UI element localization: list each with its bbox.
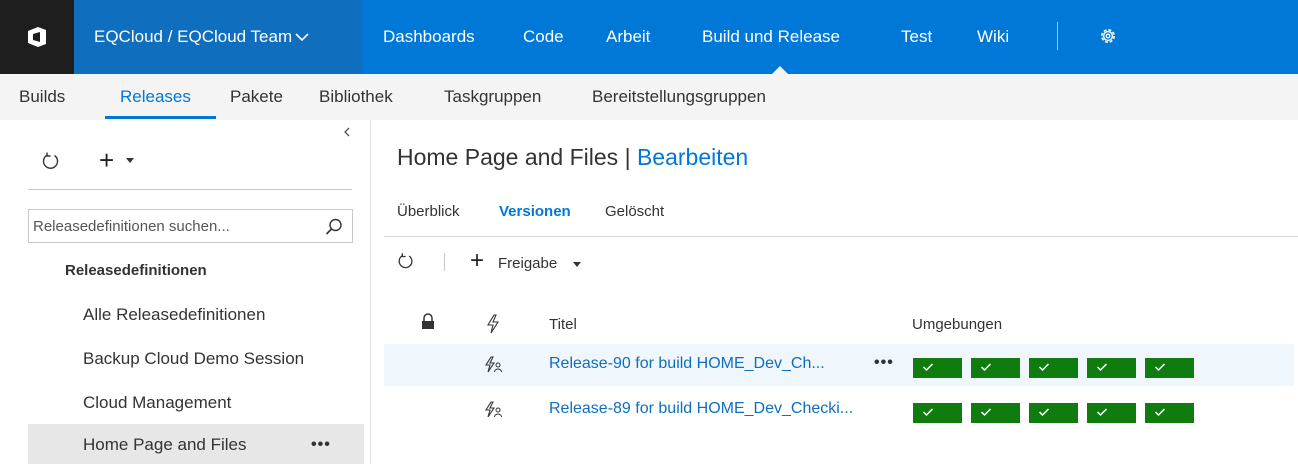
subnav-releases[interactable]: Releases bbox=[120, 74, 191, 120]
nav-test[interactable]: Test bbox=[901, 0, 932, 74]
checkmark-icon bbox=[1096, 359, 1108, 377]
collapse-chevron-icon[interactable] bbox=[343, 125, 351, 141]
release-title-link[interactable]: Release-89 for build HOME_Dev_Checki... bbox=[549, 400, 853, 418]
column-header-title[interactable]: Titel bbox=[549, 316, 577, 333]
chevron-down-icon[interactable] bbox=[573, 262, 581, 267]
chevron-down-icon bbox=[294, 31, 310, 43]
active-subnav-underline bbox=[105, 116, 216, 119]
edit-link[interactable]: Bearbeiten bbox=[637, 144, 748, 170]
environment-status-badge[interactable] bbox=[913, 403, 962, 423]
environment-status-badge[interactable] bbox=[1087, 403, 1136, 423]
gear-icon[interactable] bbox=[1098, 26, 1118, 51]
nav-label: Dashboards bbox=[383, 27, 475, 46]
nav-label: Wiki bbox=[977, 27, 1010, 46]
checkmark-icon bbox=[980, 359, 992, 377]
more-actions-icon[interactable]: ••• bbox=[311, 436, 331, 454]
vsts-logo-icon[interactable] bbox=[0, 0, 74, 74]
definition-label: Alle Releasedefinitionen bbox=[83, 304, 266, 324]
divider bbox=[28, 189, 352, 190]
table-row[interactable]: Release-90 for build HOME_Dev_Ch... ••• bbox=[384, 344, 1294, 386]
environment-status-badge[interactable] bbox=[1029, 358, 1078, 378]
environment-status-badge[interactable] bbox=[971, 358, 1020, 378]
toolbar-divider bbox=[444, 253, 445, 271]
subnav-label: Bereitstellungsgruppen bbox=[592, 87, 766, 106]
definition-search-input[interactable] bbox=[33, 210, 313, 242]
nav-label: Code bbox=[523, 27, 564, 46]
definition-item-backup[interactable]: Backup Cloud Demo Session bbox=[28, 338, 364, 379]
definition-label: Cloud Management bbox=[83, 392, 232, 412]
subnav-label: Builds bbox=[19, 87, 66, 106]
definition-item-home-page[interactable]: Home Page and Files ••• bbox=[28, 424, 364, 464]
release-title-link[interactable]: Release-90 for build HOME_Dev_Ch... bbox=[549, 355, 825, 373]
more-actions-icon[interactable]: ••• bbox=[874, 354, 894, 372]
subnav-label: Releases bbox=[120, 87, 191, 106]
environment-status-badge[interactable] bbox=[913, 358, 962, 378]
plus-icon: + bbox=[99, 145, 115, 175]
checkmark-icon bbox=[1096, 404, 1108, 422]
definitions-section-header: Releasedefinitionen bbox=[65, 262, 207, 279]
nav-dashboards[interactable]: Dashboards bbox=[383, 0, 475, 74]
nav-wiki[interactable]: Wiki bbox=[977, 0, 1009, 74]
nav-build-release[interactable]: Build und Release bbox=[702, 0, 840, 75]
tab-overview[interactable]: Überblick bbox=[397, 203, 460, 220]
tab-releases[interactable]: Versionen bbox=[499, 203, 571, 220]
subnav-label: Pakete bbox=[230, 87, 283, 106]
plus-icon[interactable]: + bbox=[470, 249, 484, 273]
title-separator: | bbox=[624, 144, 631, 170]
project-name: EQCloud / EQCloud Team bbox=[94, 27, 293, 46]
manual-trigger-icon bbox=[483, 356, 503, 379]
add-definition-button[interactable]: + bbox=[99, 145, 115, 175]
nav-work[interactable]: Arbeit bbox=[606, 0, 650, 74]
environment-status-badge[interactable] bbox=[1087, 358, 1136, 378]
column-header-environments: Umgebungen bbox=[912, 316, 1003, 333]
definition-label: Home Page and Files bbox=[83, 434, 247, 454]
environment-status-badge[interactable] bbox=[1145, 358, 1194, 378]
checkmark-icon bbox=[1154, 359, 1166, 377]
refresh-icon[interactable] bbox=[40, 150, 62, 177]
nav-label: Build und Release bbox=[702, 27, 840, 46]
checkmark-icon bbox=[1038, 404, 1050, 422]
checkmark-icon bbox=[980, 404, 992, 422]
divider bbox=[384, 236, 1298, 237]
subnav-builds[interactable]: Builds bbox=[19, 74, 65, 120]
hub-navigation-bar: Builds Releases Pakete Bibliothek Taskgr… bbox=[0, 74, 1298, 120]
checkmark-icon bbox=[1154, 404, 1166, 422]
subnav-deployment-groups[interactable]: Bereitstellungsgruppen bbox=[592, 74, 766, 120]
create-release-button[interactable]: Freigabe bbox=[498, 255, 557, 272]
subnav-label: Bibliothek bbox=[319, 87, 393, 106]
chevron-down-icon[interactable] bbox=[126, 158, 134, 163]
environment-status-badge[interactable] bbox=[1029, 403, 1078, 423]
page-title: Home Page and Files | Bearbeiten bbox=[397, 144, 748, 171]
checkmark-icon bbox=[922, 404, 934, 422]
top-navigation-bar: EQCloud / EQCloud Team Dashboards Code A… bbox=[0, 0, 1298, 75]
definition-item-all[interactable]: Alle Releasedefinitionen bbox=[28, 294, 364, 335]
subnav-label: Taskgruppen bbox=[444, 87, 542, 106]
definition-label: Backup Cloud Demo Session bbox=[83, 348, 305, 368]
nav-label: Test bbox=[901, 27, 933, 46]
lock-icon bbox=[420, 313, 436, 336]
definition-title: Home Page and Files bbox=[397, 144, 619, 170]
checkmark-icon bbox=[1038, 359, 1050, 377]
subnav-taskgroups[interactable]: Taskgruppen bbox=[444, 74, 541, 120]
environment-status-badge[interactable] bbox=[971, 403, 1020, 423]
search-icon[interactable] bbox=[324, 217, 344, 242]
manual-trigger-icon bbox=[483, 401, 503, 424]
nav-divider bbox=[1057, 22, 1058, 50]
project-selector[interactable]: EQCloud / EQCloud Team bbox=[74, 0, 362, 74]
checkmark-icon bbox=[922, 359, 934, 377]
nav-label: Arbeit bbox=[606, 27, 651, 46]
refresh-icon[interactable] bbox=[396, 251, 416, 276]
pane-divider[interactable] bbox=[370, 120, 371, 464]
tab-deleted[interactable]: Gelöscht bbox=[605, 203, 664, 220]
definition-item-cloud-management[interactable]: Cloud Management bbox=[28, 382, 364, 423]
subnav-library[interactable]: Bibliothek bbox=[319, 74, 393, 120]
subnav-packages[interactable]: Pakete bbox=[230, 74, 283, 120]
nav-code[interactable]: Code bbox=[523, 0, 564, 74]
table-row[interactable]: Release-89 for build HOME_Dev_Checki... bbox=[384, 389, 1294, 431]
definition-search-box bbox=[28, 209, 353, 243]
lightning-icon bbox=[485, 314, 501, 339]
environment-status-badge[interactable] bbox=[1145, 403, 1194, 423]
